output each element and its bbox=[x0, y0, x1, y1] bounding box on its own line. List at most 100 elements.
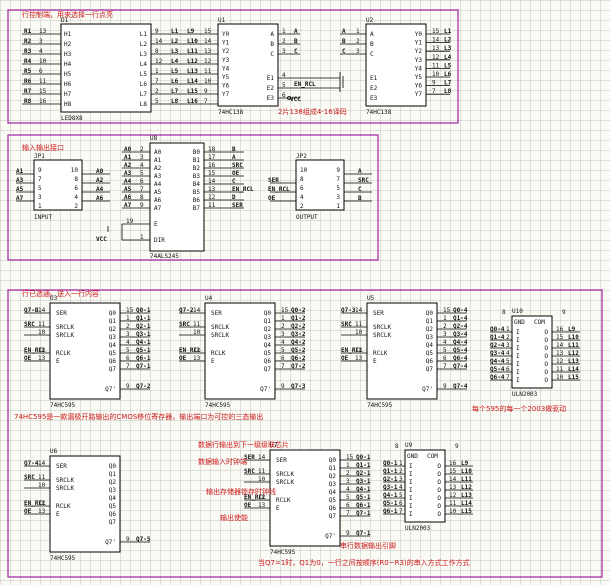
d1-right-net: L8 bbox=[171, 98, 179, 105]
uln-out-pin: O bbox=[544, 361, 548, 368]
u2-y-net: L2 bbox=[444, 37, 452, 44]
u2-y-pin: Y1 bbox=[415, 40, 423, 47]
u2-y-num: 12 bbox=[432, 54, 440, 61]
jp2-right-num: 1 bbox=[336, 203, 340, 210]
u1-in-net: C bbox=[294, 48, 298, 55]
uln-out-pin: O bbox=[544, 345, 548, 352]
hc595-q-pin: Q3 bbox=[329, 481, 337, 488]
d1-right-net2: L10 bbox=[187, 38, 198, 45]
hc595-q-pin: Q0 bbox=[264, 310, 272, 317]
hc595-ser-net: Q7-2 bbox=[179, 307, 194, 314]
hc595-q7s-num: 9 bbox=[126, 536, 130, 543]
uln-out-num: 13 bbox=[449, 484, 457, 491]
d1-right-num: 9 bbox=[155, 28, 159, 35]
u2-y-net: L5 bbox=[444, 62, 452, 69]
hc595-q-num: 15 bbox=[126, 307, 134, 314]
d1-left-num: 4 bbox=[39, 48, 43, 55]
hc595-q-pin: Q3 bbox=[264, 334, 272, 341]
hc595-q-pin: Q7 bbox=[329, 513, 337, 520]
uln-in-net: Q2-1 bbox=[383, 476, 398, 483]
section-title-cols: 行已选通，送入一行内容 bbox=[22, 289, 99, 298]
jp2-left-num: 4 bbox=[300, 194, 304, 201]
note-oe: 输出使能 bbox=[220, 513, 248, 522]
hc595-left-num: 13 bbox=[355, 355, 363, 362]
hc595-q-num: 2 bbox=[126, 323, 130, 330]
d1-left-num: 13 bbox=[39, 28, 47, 35]
uln-in-num: 4 bbox=[399, 484, 403, 491]
hc595-q-pin: Q2 bbox=[109, 326, 117, 333]
u2-in-num: 3 bbox=[356, 48, 360, 55]
u2-y-pin: Y7 bbox=[415, 91, 423, 98]
note-serial-out: 串行数据输出引脚 bbox=[340, 541, 396, 550]
hc595-rclk-net: EN_RCL bbox=[341, 347, 363, 354]
connector-jp1: JP1 INPUT 9 10 7 8 5 6 3 4 1 2 A1 A0 A3 A2 A5 A4 A7 A6 bbox=[16, 153, 110, 221]
hc595-left-num: 11 bbox=[38, 321, 46, 328]
hc595-q7s-num: 9 bbox=[281, 383, 285, 390]
u8-a-net: A2 bbox=[124, 162, 132, 169]
hc595-q-pin: Q5 bbox=[264, 350, 272, 357]
u8-a-num: 2 bbox=[140, 146, 144, 153]
hc595-q-net: Q2-1 bbox=[356, 470, 371, 477]
jp2-right-num: 9 bbox=[336, 167, 340, 174]
uln-gnd-num: 8 bbox=[395, 443, 399, 450]
u2-en-pin: E1 bbox=[370, 75, 378, 82]
u2-y-num: 14 bbox=[432, 37, 440, 44]
hc595-left-num: 11 bbox=[38, 474, 46, 481]
hc595-left-pin: SER bbox=[211, 310, 222, 317]
uln-in-num: 3 bbox=[399, 476, 403, 483]
uln-out-pin: O bbox=[544, 353, 548, 360]
hc595-q-net: Q6-4 bbox=[453, 355, 468, 362]
uln-in-pin: I bbox=[516, 337, 520, 344]
section-title-io: 输入输出接口 bbox=[22, 143, 64, 152]
hc595-ser-net: Q7-B bbox=[24, 307, 39, 314]
uln-in-net: Q0-1 bbox=[383, 460, 398, 467]
u1-in-num: 3 bbox=[282, 48, 286, 55]
jp1-part: INPUT bbox=[34, 214, 52, 221]
hc595-left-num: 13 bbox=[193, 355, 201, 362]
jp2-right-num: 7 bbox=[336, 176, 340, 183]
uln-in-num: 3 bbox=[506, 342, 510, 349]
u1-y-pin: Y0 bbox=[222, 31, 230, 38]
uln-in-num: 4 bbox=[506, 350, 510, 357]
d1-right-pin: L6 bbox=[140, 81, 148, 88]
uln-out-pin: O bbox=[437, 463, 441, 470]
u8-b-net: B bbox=[232, 146, 236, 153]
hc595-left-num: 14 bbox=[355, 307, 363, 314]
hc595-left-pin: RCLK bbox=[211, 350, 226, 357]
uln-out-net: L15 bbox=[568, 374, 579, 381]
hc595-left-pin: E bbox=[211, 358, 215, 365]
hc595-q-net: Q0-1 bbox=[356, 454, 371, 461]
u8-b-num: 11 bbox=[208, 202, 216, 209]
hc595-q-pin: Q7 bbox=[264, 366, 272, 373]
u8-b-pin: B5 bbox=[193, 189, 201, 196]
uln-out-net: L13 bbox=[461, 492, 472, 499]
u1-in-pin: B bbox=[270, 41, 274, 48]
jp1-right-net: A4 bbox=[96, 186, 104, 193]
note-hc595: 74HC595是一款漏极开路输出的CMOS移位寄存器，输出端口为可控的三态输出 bbox=[14, 412, 263, 421]
hc595-q-num: 15 bbox=[281, 307, 289, 314]
u8-b-pin: B1 bbox=[193, 157, 201, 164]
d1-ref: D1 bbox=[61, 17, 69, 24]
hc595-q-num: 2 bbox=[281, 323, 285, 330]
hc595-left-num: 10 bbox=[258, 476, 266, 483]
uln-ref: U9 bbox=[405, 442, 413, 449]
hc595-left-pin: E bbox=[56, 511, 60, 518]
hc595-src-net: SRC bbox=[244, 468, 255, 475]
d1-right-num: 8 bbox=[155, 48, 159, 55]
uln-out-num: 11 bbox=[556, 366, 564, 373]
hc595-q-net: Q3-1 bbox=[356, 478, 371, 485]
uln-out-num: 10 bbox=[449, 508, 457, 515]
hc595-q-net: Q1-1 bbox=[356, 462, 371, 469]
hc595-q-pin: Q1 bbox=[109, 471, 117, 478]
hc595-q-net: Q6-2 bbox=[291, 355, 306, 362]
u8-e-num: 19 bbox=[126, 218, 134, 225]
uln-in-num: 7 bbox=[506, 374, 510, 381]
hc595-q-pin: Q4 bbox=[329, 489, 337, 496]
d1-right-net2: L16 bbox=[187, 98, 198, 105]
d1-u1-pin-num: 13 bbox=[204, 48, 212, 55]
d1-right-net: L7 bbox=[171, 88, 179, 95]
u8-b-net: D bbox=[232, 194, 236, 201]
uln-in-num: 6 bbox=[506, 366, 510, 373]
u8-b-net: C bbox=[232, 178, 236, 185]
uln-out-net: L10 bbox=[568, 334, 579, 341]
